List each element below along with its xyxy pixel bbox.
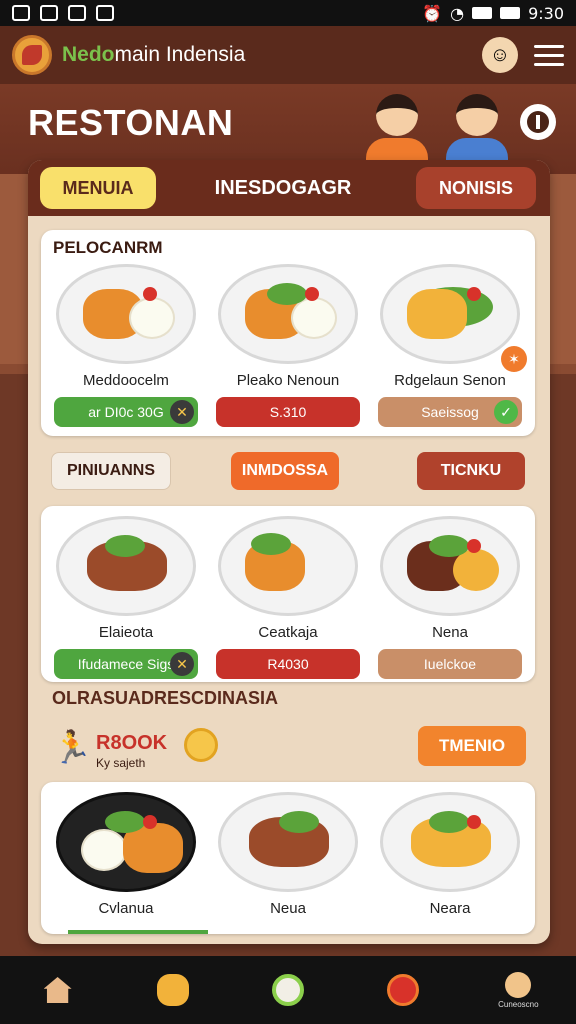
- dish-card[interactable]: Rdgelaun Senon Saeissog ✓: [375, 264, 525, 427]
- wifi-icon: ◔: [450, 3, 465, 23]
- favorite-icon: [387, 974, 420, 1006]
- brand-logo[interactable]: [12, 35, 52, 75]
- price-button[interactable]: Ifudamece Sigs ✕: [54, 649, 198, 679]
- dish-name: Neua: [270, 900, 306, 917]
- nav-favorites[interactable]: [378, 965, 428, 1015]
- notification-icon: [12, 5, 30, 21]
- status-time: 9:30: [528, 3, 564, 23]
- dish-image: [380, 516, 520, 616]
- dish-name: Nena: [432, 624, 468, 641]
- nav-home[interactable]: [33, 965, 83, 1015]
- price-button[interactable]: ar DI0c 30G ✕: [54, 397, 198, 427]
- profile-icon: [505, 971, 532, 998]
- brand-name: Nedomain Indensia: [62, 43, 246, 66]
- dish-card[interactable]: Nena Iuelckoe: [375, 516, 525, 679]
- chip-category[interactable]: TICNKU: [417, 452, 525, 490]
- cart-icon: ✕: [170, 652, 194, 676]
- bottom-navigation: Cuneoscno: [0, 956, 576, 1024]
- featured-panel: PELOCANRM Meddoocelm ar DI0c 30G ✕ Pleak…: [41, 230, 535, 436]
- tab-promo[interactable]: NONISIS: [416, 167, 536, 209]
- app-header: Nedomain Indensia ☺: [0, 26, 576, 84]
- chip-category[interactable]: INMDOSSA: [231, 452, 339, 490]
- promo-subtitle: Ky sajeth: [96, 756, 146, 770]
- alarm-icon: ⏰: [422, 3, 443, 23]
- selected-indicator: [68, 930, 208, 934]
- info-button[interactable]: [520, 104, 556, 140]
- dish-image: [380, 792, 520, 892]
- dish-card[interactable]: Cvlanua: [51, 792, 201, 917]
- dish-name: Cvlanua: [98, 900, 154, 917]
- coin-icon: [184, 728, 218, 762]
- info-icon: [527, 111, 549, 133]
- category-chips: PINIUANNS INMDOSSA TICNKU: [41, 452, 535, 492]
- tab-bar: MENUIA INESDOGAGR NONISIS: [28, 160, 550, 216]
- deal-icon: [156, 974, 189, 1006]
- menu-icon[interactable]: [534, 44, 564, 66]
- dish-image: [218, 792, 358, 892]
- dish-name: Elaieota: [98, 624, 154, 641]
- dish-image: [56, 516, 196, 616]
- dish-card[interactable]: Elaieota Ifudamece Sigs ✕: [51, 516, 201, 679]
- trending-button[interactable]: TMENIO: [418, 726, 526, 766]
- page-title: RESTONAN: [28, 102, 234, 143]
- tab-indonesia[interactable]: INESDOGAGR: [198, 167, 368, 209]
- status-bar: ⏰ ◔ 9:30: [0, 0, 576, 26]
- girl-illustration: [446, 94, 508, 166]
- price-button[interactable]: Iuelckoe: [378, 649, 522, 679]
- section-heading: OLRASUADRESCDINASIA: [52, 688, 279, 708]
- dish-card[interactable]: Pleako Nenoun S.310: [213, 264, 363, 427]
- cart-icon: ✕: [170, 400, 194, 424]
- dish-image: [56, 264, 196, 364]
- user-avatar-icon[interactable]: ☺: [482, 37, 518, 73]
- girl-illustration: [366, 94, 428, 166]
- search-icon: [271, 974, 304, 1006]
- section-title: PELOCANRM: [53, 238, 163, 257]
- home-icon: [43, 977, 72, 1003]
- dish-image: [218, 516, 358, 616]
- dish-name: Rdgelaun Senon: [394, 372, 506, 389]
- chip-category[interactable]: PINIUANNS: [51, 452, 171, 490]
- dish-name: Pleako Nenoun: [236, 372, 340, 389]
- price-button[interactable]: R4030: [216, 649, 360, 679]
- download-icon: [68, 5, 86, 21]
- dish-image: [56, 792, 196, 892]
- nav-label: Cuneoscno: [498, 999, 539, 1009]
- dish-name: Meddoocelm: [83, 372, 169, 389]
- gallery-icon: [40, 5, 58, 21]
- dish-name: Neara: [429, 900, 471, 917]
- menu-card: MENUIA INESDOGAGR NONISIS PELOCANRM Medd…: [28, 160, 550, 944]
- battery-icon: [500, 7, 521, 19]
- nav-search[interactable]: [263, 965, 313, 1015]
- tab-menu[interactable]: MENUIA: [40, 167, 156, 209]
- dish-name: Ceatkaja: [258, 624, 318, 641]
- dish-card[interactable]: Ceatkaja R4030: [213, 516, 363, 679]
- nav-deals[interactable]: [148, 965, 198, 1015]
- promo-banner[interactable]: 🏃 R8OOK Ky sajeth: [52, 722, 252, 772]
- price-button[interactable]: Saeissog ✓: [378, 397, 522, 427]
- check-icon: ✓: [494, 400, 518, 424]
- dish-card[interactable]: Neara: [375, 792, 525, 917]
- dish-image: [380, 264, 520, 364]
- price-button[interactable]: S.310: [216, 397, 360, 427]
- dish-image: [218, 264, 358, 364]
- runner-icon: 🏃: [52, 729, 92, 765]
- promo-title: R8OOK: [96, 732, 168, 754]
- signal-icon: [472, 7, 493, 19]
- dish-card[interactable]: Meddoocelm ar DI0c 30G ✕: [51, 264, 201, 427]
- dishes-panel: Elaieota Ifudamece Sigs ✕ Ceatkaja R4030…: [41, 506, 535, 682]
- nav-profile[interactable]: Cuneoscno: [493, 965, 543, 1015]
- recommend-panel: Cvlanua Neua Neara: [41, 782, 535, 934]
- location-icon: [96, 5, 114, 21]
- dish-card[interactable]: Neua: [213, 792, 363, 917]
- spicy-badge-icon: ✶: [501, 346, 527, 372]
